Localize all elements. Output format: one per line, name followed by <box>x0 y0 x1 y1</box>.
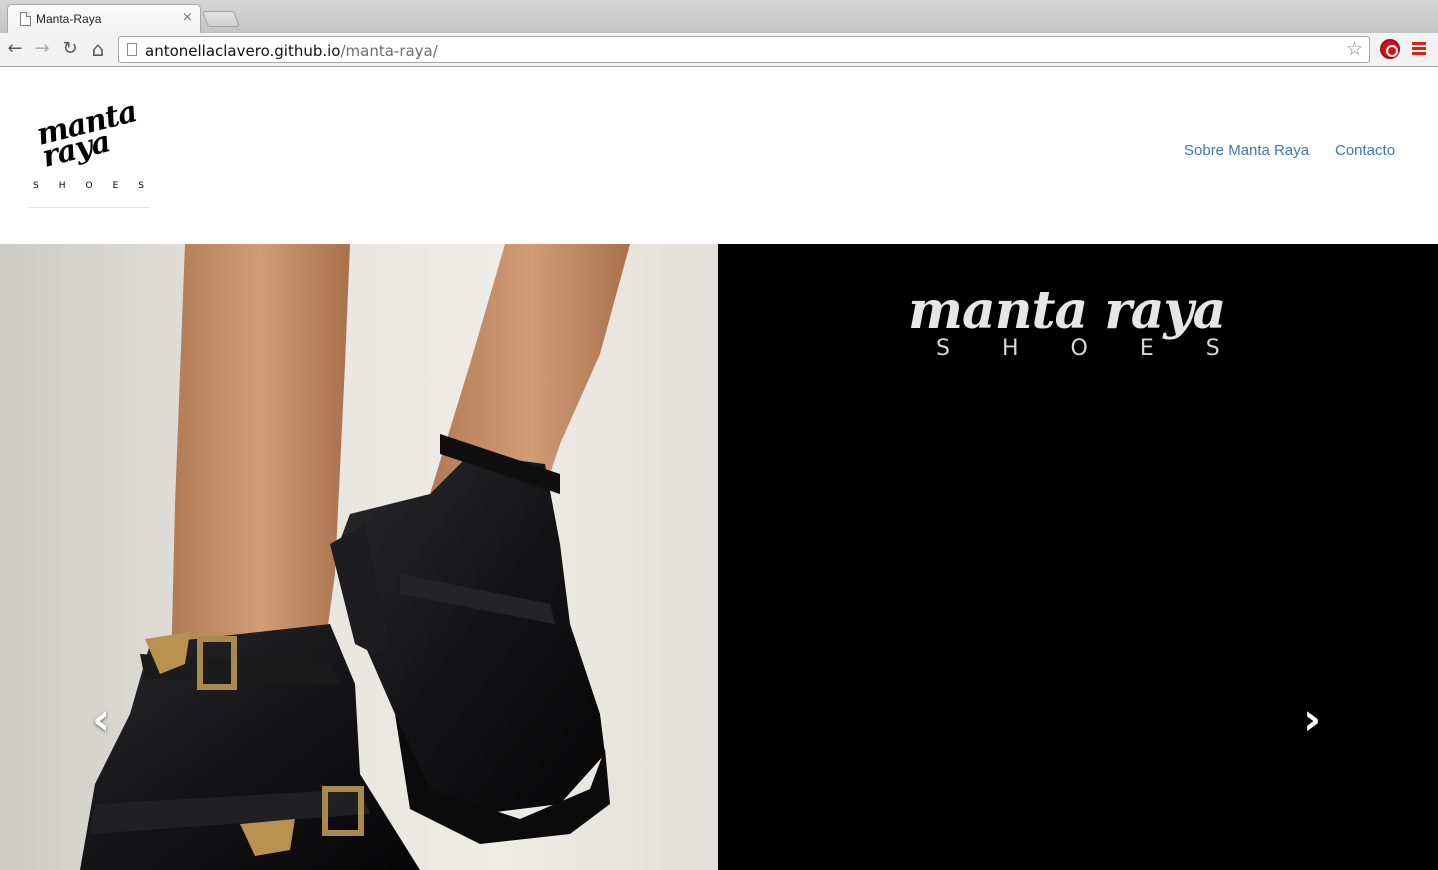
page-favicon-icon <box>20 12 31 26</box>
site-header: manta raya SHOES Sobre Manta Raya Contac… <box>0 68 1438 244</box>
page-icon <box>127 43 137 56</box>
browser-tab[interactable]: Manta-Raya × <box>7 4 201 34</box>
url-host: antonellaclavero.github.io <box>145 42 341 60</box>
shoe-photo-illustration <box>80 244 630 870</box>
nav-link-contacto[interactable]: Contacto <box>1335 142 1395 159</box>
banner-tagline: SHOES <box>936 336 1272 361</box>
browser-tabstrip: Manta-Raya × <box>0 0 1438 34</box>
browser-menu-icon[interactable] <box>1412 42 1426 56</box>
shoe-photo <box>0 244 718 870</box>
new-tab-button[interactable] <box>202 11 240 27</box>
home-icon[interactable]: ⌂ <box>87 38 109 60</box>
address-bar[interactable]: antonellaclavero.github.io/manta-raya/ ☆ <box>118 36 1370 63</box>
url-text[interactable]: antonellaclavero.github.io/manta-raya/ <box>145 42 438 60</box>
tab-title: Manta-Raya <box>36 12 102 26</box>
banner-wordmark: manta raya <box>908 280 1226 341</box>
site-logo[interactable]: manta raya SHOES <box>28 94 150 208</box>
extension-icon[interactable] <box>1380 39 1400 59</box>
carousel-prev-icon[interactable]: ‹ <box>92 694 110 745</box>
brand-banner: manta raya SHOES <box>718 244 1438 870</box>
tab-close-icon[interactable]: × <box>182 10 193 25</box>
browser-toolbar: ← → ↻ ⌂ antonellaclavero.github.io/manta… <box>0 33 1438 67</box>
nav-link-sobre[interactable]: Sobre Manta Raya <box>1184 142 1309 159</box>
carousel-next-icon[interactable]: › <box>1303 694 1321 745</box>
url-path: /manta-raya/ <box>340 42 438 60</box>
back-icon[interactable]: ← <box>4 38 26 60</box>
forward-icon[interactable]: → <box>31 38 53 60</box>
logo-tagline: SHOES <box>33 181 164 191</box>
bookmark-star-icon[interactable]: ☆ <box>1346 38 1363 60</box>
hero-carousel: manta raya SHOES ‹ › <box>0 244 1438 870</box>
reload-icon[interactable]: ↻ <box>59 38 81 60</box>
